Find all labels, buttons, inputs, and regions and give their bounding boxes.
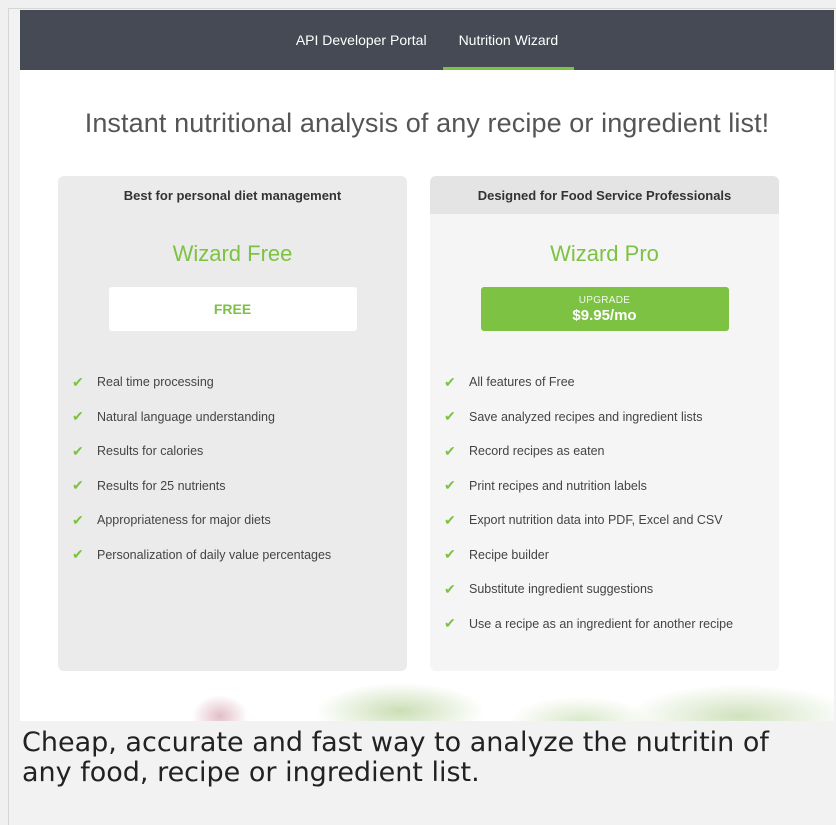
feature-item: ✔ Natural language understanding	[72, 400, 407, 435]
feature-label: Personalization of daily value percentag…	[97, 547, 332, 562]
plan-card-pro: Designed for Food Service Professionals …	[430, 176, 779, 671]
feature-label: Save analyzed recipes and ingredient lis…	[469, 409, 703, 424]
check-icon: ✔	[444, 373, 456, 390]
top-navigation: API Developer Portal Nutrition Wizard	[20, 10, 834, 70]
check-icon: ✔	[444, 580, 456, 597]
feature-list: ✔ All features of Free ✔ Save analyzed rec…	[430, 365, 779, 641]
feature-label: Record recipes as eaten	[469, 444, 605, 459]
feature-label: Results for 25 nutrients	[97, 478, 226, 493]
check-icon: ✔	[72, 442, 84, 459]
nav-nutrition-wizard[interactable]: Nutrition Wizard	[442, 10, 575, 70]
feature-item: ✔ All features of Free	[444, 365, 779, 400]
feature-item: ✔ Recipe builder	[444, 538, 779, 573]
feature-label: Natural language understanding	[97, 409, 275, 424]
feature-label: Real time processing	[97, 375, 214, 390]
feature-item: ✔ Record recipes as eaten	[444, 434, 779, 469]
feature-item: ✔ Results for 25 nutrients	[72, 469, 407, 504]
plan-card-free: Best for personal diet management Wizard…	[58, 176, 407, 671]
feature-item: ✔ Appropriateness for major diets	[72, 503, 407, 538]
check-icon: ✔	[72, 408, 84, 425]
feature-item: ✔ Results for calories	[72, 434, 407, 469]
feature-label: All features of Free	[469, 375, 575, 390]
feature-label: Recipe builder	[469, 547, 549, 562]
feature-label: Results for calories	[97, 444, 204, 459]
feature-label: Appropriateness for major diets	[97, 513, 271, 528]
plan-title: Wizard Free	[172, 241, 293, 266]
feature-list: ✔ Real time processing ✔ Natural language …	[58, 365, 407, 572]
feature-item: ✔ Substitute ingredient suggestions	[444, 572, 779, 607]
free-button[interactable]: FREE	[108, 287, 357, 331]
check-icon: ✔	[444, 511, 456, 528]
feature-label: Use a recipe as an ingredient for anothe…	[469, 616, 734, 631]
feature-item: ✔ Real time processing	[72, 365, 407, 400]
check-icon: ✔	[444, 477, 456, 494]
check-icon: ✔	[444, 546, 456, 563]
feature-item: ✔ Use a recipe as an ingredient for anoth…	[444, 607, 779, 642]
upgrade-label: UPGRADE	[578, 294, 631, 306]
upgrade-button[interactable]: UPGRADE $9.95/mo	[480, 287, 729, 331]
page-headline: Instant nutritional analysis of any reci…	[84, 108, 770, 138]
feature-item: ✔ Print recipes and nutrition labels	[444, 469, 779, 504]
check-icon: ✔	[72, 373, 84, 390]
caption-text: Cheap, accurate and fast way to analyze …	[22, 727, 769, 788]
check-icon: ✔	[72, 546, 84, 563]
plan-title: Wizard Pro	[550, 241, 659, 266]
main-content: Instant nutritional analysis of any reci…	[20, 70, 834, 721]
feature-item: ✔ Save analyzed recipes and ingredient li…	[444, 400, 779, 435]
feature-label: Export nutrition data into PDF, Excel an…	[469, 513, 723, 528]
feature-item: ✔ Export nutrition data into PDF, Excel a…	[444, 503, 779, 538]
feature-item: ✔ Personalization of daily value percenta…	[72, 538, 407, 573]
plan-tagline: Designed for Food Service Professionals	[430, 176, 779, 214]
feature-label: Print recipes and nutrition labels	[469, 478, 647, 493]
check-icon: ✔	[444, 408, 456, 425]
price-label: $9.95/mo	[572, 306, 637, 324]
check-icon: ✔	[72, 511, 84, 528]
feature-label: Substitute ingredient suggestions	[469, 582, 654, 597]
nav-api-developer-portal[interactable]: API Developer Portal	[280, 10, 443, 70]
plan-tagline: Best for personal diet management	[123, 187, 342, 203]
check-icon: ✔	[444, 615, 456, 632]
check-icon: ✔	[72, 477, 84, 494]
check-icon: ✔	[444, 442, 456, 459]
